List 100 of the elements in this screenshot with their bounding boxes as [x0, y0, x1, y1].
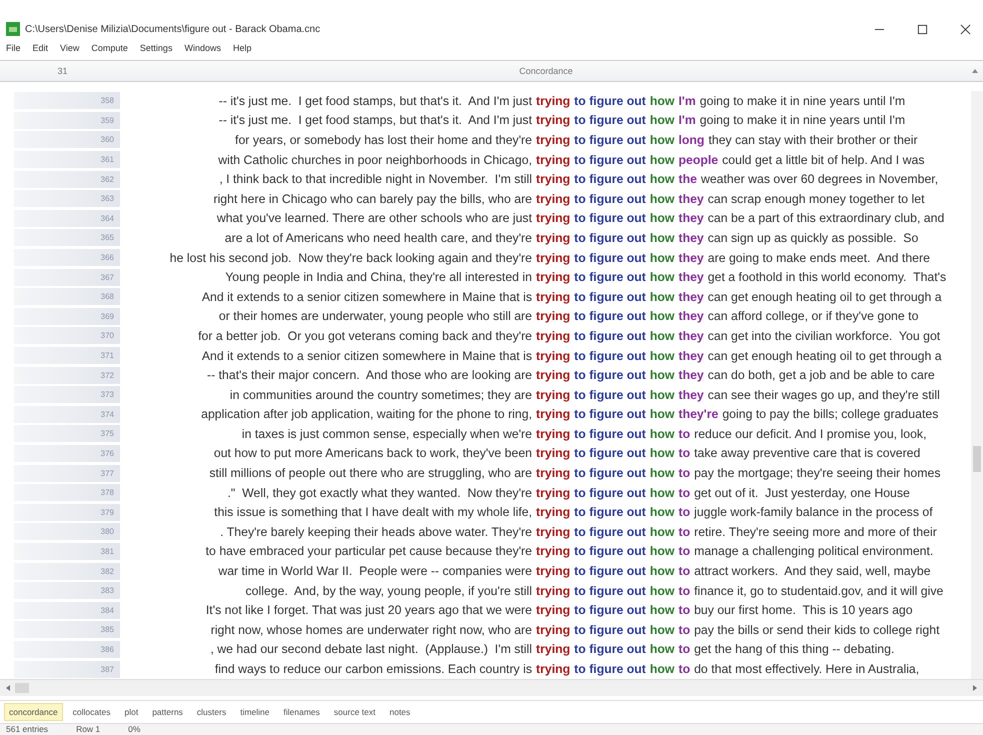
search-term: to	[678, 622, 690, 637]
search-term: how	[650, 348, 674, 363]
search-term: trying	[536, 662, 570, 676]
search-term: to figure out	[574, 250, 646, 265]
search-term: how	[650, 603, 674, 618]
left-context: , I think back to that incredible night in November. I'm still	[218, 172, 532, 186]
search-term: trying	[536, 466, 570, 480]
menu-item[interactable]: Settings	[140, 43, 172, 53]
right-context: can do both, get a job and be able to care	[708, 368, 935, 382]
search-term: trying	[536, 250, 570, 265]
left-context: he lost his second job. Now they're back looking again and they're	[168, 250, 532, 265]
search-term: they	[678, 250, 704, 265]
tab[interactable]: patterns	[148, 704, 187, 720]
menu-item[interactable]: File	[6, 43, 21, 53]
tab[interactable]: clusters	[192, 704, 230, 720]
right-context: can scrap enough money together to let	[708, 192, 924, 206]
search-term: they	[678, 328, 704, 343]
search-term: to figure out	[574, 270, 646, 284]
search-term: to	[678, 642, 690, 656]
search-term: to figure out	[574, 446, 646, 460]
status-text: Row 1	[76, 724, 100, 734]
menu-item[interactable]: Edit	[32, 43, 48, 53]
row-number: 358	[14, 92, 120, 110]
search-term: to figure out	[574, 152, 646, 167]
search-term: how	[650, 564, 674, 578]
horizontal-scrollbar[interactable]	[0, 678, 983, 696]
search-term: to figure out	[574, 466, 646, 480]
column-header[interactable]: Concordance	[125, 66, 967, 76]
search-term: trying	[536, 564, 570, 578]
search-term: they	[678, 368, 704, 382]
close-icon[interactable]	[960, 24, 971, 34]
tab[interactable]: notes	[385, 704, 414, 720]
search-term: trying	[536, 544, 570, 558]
scroll-left-icon[interactable]	[4, 684, 12, 692]
row-number: 374	[14, 406, 120, 423]
search-term: how	[650, 642, 674, 656]
left-context: find ways to reduce our carbon emissions. Each country is	[214, 662, 532, 676]
tab[interactable]: source text	[330, 704, 380, 720]
left-context: application after job application, waiting for the phone to ring,	[200, 407, 532, 422]
tab[interactable]: filenames	[280, 704, 324, 720]
search-term: trying	[536, 113, 570, 128]
app-icon	[6, 22, 20, 36]
search-term: trying	[536, 524, 570, 539]
left-context: this issue is something that I have dealt with my whole life,	[213, 505, 532, 520]
search-term: to figure out	[574, 505, 646, 520]
search-term: they	[678, 348, 704, 363]
search-term: how	[650, 250, 674, 265]
row-number: 363	[14, 190, 120, 208]
right-context: weather was over 60 degrees in November,	[700, 172, 938, 186]
search-term: to figure out	[574, 348, 646, 363]
search-term: to figure out	[574, 622, 646, 637]
menu-item[interactable]: Compute	[91, 43, 128, 53]
search-term: to figure out	[574, 662, 646, 676]
search-term: to figure out	[574, 642, 646, 656]
search-term: to	[678, 603, 690, 618]
search-term: trying	[536, 446, 570, 460]
tab[interactable]: collocates	[68, 704, 114, 720]
search-term: they're	[678, 407, 718, 422]
right-context: finance it, go to studentaid.gov, and it will give	[694, 584, 944, 598]
row-number: 372	[14, 366, 120, 384]
right-context: get a foothold in this world economy. That's	[708, 270, 946, 284]
menu-item[interactable]: Help	[232, 43, 252, 53]
left-context: in taxes is just common sense, especially when we're	[240, 426, 532, 441]
scroll-right-icon[interactable]	[971, 684, 979, 692]
tab[interactable]: timeline	[236, 704, 274, 720]
scroll-thumb[interactable]	[15, 682, 29, 693]
search-term: to figure out	[574, 94, 646, 108]
right-context: can get enough heating oil to get through a	[708, 290, 942, 304]
right-context: they can stay with their brother or their	[708, 132, 918, 147]
column-header[interactable]: 31	[0, 66, 125, 76]
menu-item[interactable]: Windows	[184, 43, 221, 53]
search-term: how	[650, 407, 674, 422]
maximize-icon[interactable]	[917, 24, 928, 34]
left-context: or their homes are underwater, young people who still are	[218, 309, 532, 324]
search-term: they	[678, 270, 704, 284]
search-term: how	[650, 328, 674, 343]
search-term: to figure out	[574, 328, 646, 343]
search-term: trying	[536, 368, 570, 382]
scroll-thumb[interactable]	[973, 446, 981, 472]
row-number: 359	[14, 112, 120, 129]
left-context: in communities around the country sometimes; they are	[228, 388, 532, 402]
left-context: ." Well, they got exactly what they wanted. Now they're	[226, 486, 532, 500]
tab[interactable]: concordance	[4, 702, 63, 721]
right-context: are going to make ends meet. And there	[708, 250, 930, 265]
scroll-up-icon[interactable]	[971, 67, 979, 75]
right-context: can get enough heating oil to get through a	[708, 348, 942, 363]
row-number: 377	[14, 464, 120, 482]
search-term: to figure out	[574, 426, 646, 441]
menu-item[interactable]: View	[60, 43, 80, 53]
search-term: to figure out	[574, 584, 646, 598]
search-term: trying	[536, 172, 570, 186]
status-text: 0%	[128, 724, 140, 734]
search-term: trying	[536, 152, 570, 167]
row-number: 362	[14, 170, 120, 188]
search-term: how	[650, 446, 674, 460]
tab[interactable]: plot	[120, 704, 142, 720]
search-term: they	[678, 192, 704, 206]
search-term: how	[650, 172, 674, 186]
search-term: how	[650, 622, 674, 637]
search-term: trying	[536, 192, 570, 206]
